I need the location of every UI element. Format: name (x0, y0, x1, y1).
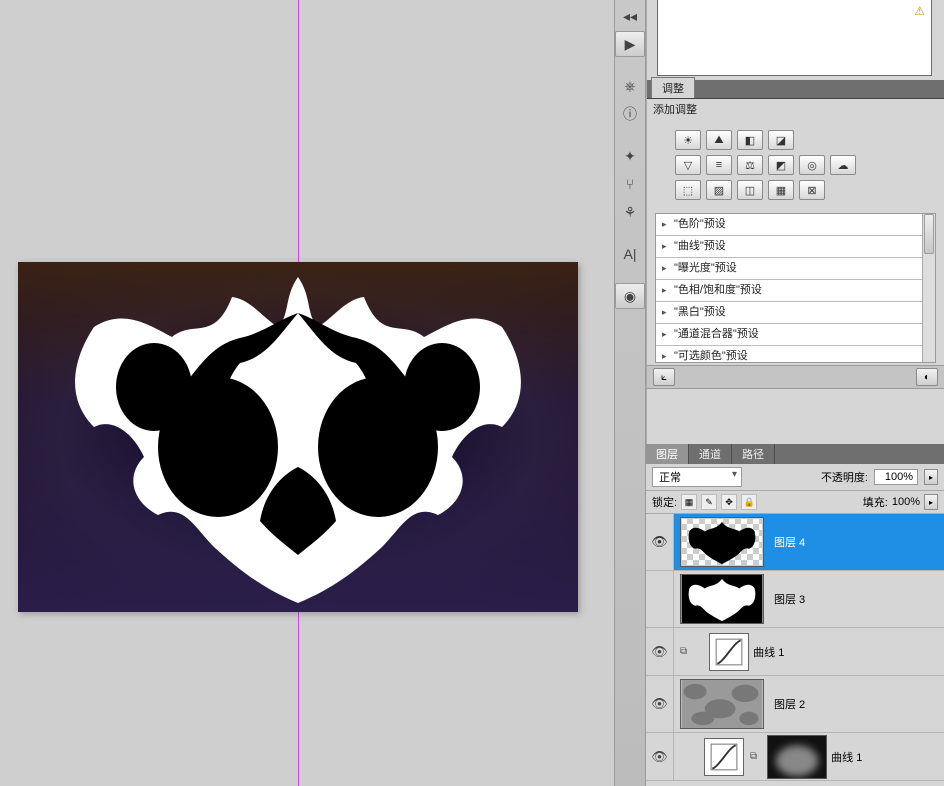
preset-item[interactable]: "黑白"预设 (656, 302, 935, 324)
adjust-panel-footer: ⟀ ◐ (647, 365, 944, 389)
spot-icon[interactable]: ✦ (615, 143, 645, 169)
layer-row[interactable]: 👁 ⧉ 曲线 1 (646, 733, 944, 781)
layers-tab[interactable]: 图层 (646, 444, 689, 464)
visibility-toggle[interactable]: 👁 (646, 628, 674, 675)
artwork-blot (34, 267, 562, 607)
opacity-input[interactable]: 100% (874, 469, 918, 485)
visibility-toggle[interactable]: 👁 (646, 733, 674, 780)
adjustment-icon[interactable]: ◪ (768, 130, 794, 150)
clip-icon[interactable]: ◐ (916, 368, 938, 386)
preset-item[interactable]: "曲线"预设 (656, 236, 935, 258)
adjustment-icon[interactable]: ⛰ (706, 130, 732, 150)
adjust-panel-tabbar: 调整 (647, 80, 944, 99)
preset-item[interactable]: "可选颜色"预设 (656, 346, 935, 363)
opacity-flyout[interactable]: ▸ (924, 469, 938, 485)
adjust-preset-list[interactable]: "色阶"预设"曲线"预设"曝光度"预设"色相/饱和度"预设"黑白"预设"通道混合… (655, 213, 936, 363)
layer-thumbnail[interactable] (680, 679, 764, 729)
play-icon[interactable]: ▶ (615, 31, 645, 57)
adjustment-icon[interactable]: ▦ (768, 180, 794, 200)
layers-panel: 图层通道路径 正常 不透明度: 100% ▸ 锁定: ▦ ✎ ✥ 🔒 填充: 1… (646, 444, 944, 786)
adjustment-icon[interactable]: ⊠ (799, 180, 825, 200)
lock-all-icon[interactable]: 🔒 (741, 494, 757, 510)
layers-tabbar: 图层通道路径 (646, 444, 944, 464)
adjustment-icon[interactable]: ⚖ (737, 155, 763, 175)
preset-item[interactable]: "色相/饱和度"预设 (656, 280, 935, 302)
lock-position-icon[interactable]: ✥ (721, 494, 737, 510)
adjustment-thumb[interactable] (704, 738, 744, 776)
adjust-panel-title: 添加调整 (647, 99, 944, 119)
preset-item[interactable]: "色阶"预设 (656, 214, 935, 236)
adjustment-icon-grid: ☀⛰◧◪ ▽≡⚖◩◎☁ ⬚▨◫▦⊠ (647, 119, 944, 211)
info-icon[interactable]: ⓘ (615, 101, 645, 127)
layer-name[interactable]: 图层 2 (770, 696, 944, 712)
camera-icon[interactable]: ◉ (615, 283, 645, 309)
preset-item[interactable]: "曝光度"预设 (656, 258, 935, 280)
fill-flyout[interactable]: ▸ (924, 494, 938, 510)
visibility-toggle[interactable]: 👁 (646, 514, 674, 570)
adjustment-icon[interactable]: ⬚ (675, 180, 701, 200)
lock-pixels-icon[interactable]: ✎ (701, 494, 717, 510)
preset-item[interactable]: "通道混合器"预设 (656, 324, 935, 346)
navigator-icon[interactable]: ⎈ (615, 73, 645, 99)
visibility-toggle[interactable] (646, 571, 674, 627)
layer-name[interactable]: 曲线 1 (749, 644, 944, 660)
link-indicator: ⧉ (750, 751, 757, 762)
opacity-label: 不透明度: (821, 469, 868, 485)
warning-icon[interactable]: ⚠ (914, 4, 925, 18)
adjustment-icon[interactable]: ◧ (737, 130, 763, 150)
preset-scrollbar[interactable] (922, 214, 935, 362)
adjustment-thumb[interactable] (709, 633, 749, 671)
adjustment-icon[interactable]: ▽ (675, 155, 701, 175)
blend-mode-select[interactable]: 正常 (652, 467, 742, 487)
layer-name[interactable]: 图层 4 (770, 534, 944, 550)
tab-adjustments[interactable]: 调整 (651, 77, 695, 98)
adjustment-icon[interactable]: ◫ (737, 180, 763, 200)
mask-thumb[interactable] (767, 735, 827, 779)
adjustment-icon[interactable]: ◎ (799, 155, 825, 175)
layers-options-row: 正常 不透明度: 100% ▸ (646, 464, 944, 491)
canvas-image[interactable] (18, 262, 578, 612)
canvas-workspace[interactable] (0, 0, 614, 786)
usb-icon[interactable]: ⑂ (615, 171, 645, 197)
layer-row[interactable]: 👁 图层 4 (646, 514, 944, 571)
layer-row[interactable]: 👁 ⧉ 曲线 1 (646, 628, 944, 676)
preset-scroll-thumb[interactable] (924, 214, 934, 254)
adjustment-icon[interactable]: ◩ (768, 155, 794, 175)
layer-thumbnail[interactable] (680, 517, 764, 567)
puppet-icon[interactable]: ⚘ (615, 199, 645, 225)
character-icon[interactable]: A| (615, 241, 645, 267)
layer-row[interactable]: 👁 图层 2 (646, 676, 944, 733)
histogram-preview[interactable]: ⚠ (657, 0, 932, 76)
expand-icon[interactable]: ⟀ (653, 368, 675, 386)
layers-tab[interactable]: 通道 (689, 444, 732, 464)
layers-lock-row: 锁定: ▦ ✎ ✥ 🔒 填充: 100% ▸ (646, 491, 944, 514)
layer-thumbnail[interactable] (680, 574, 764, 624)
adjustment-icon[interactable]: ☀ (675, 130, 701, 150)
adjustment-icon[interactable]: ▨ (706, 180, 732, 200)
layers-tab[interactable]: 路径 (732, 444, 775, 464)
layer-row[interactable]: 图层 3 (646, 571, 944, 628)
link-indicator: ⧉ (680, 646, 687, 657)
fill-input[interactable]: 100% (892, 496, 920, 508)
lock-label: 锁定: (652, 494, 677, 510)
layer-name[interactable]: 图层 3 (770, 591, 944, 607)
layer-name[interactable]: 曲线 1 (827, 749, 944, 765)
dock-handle[interactable]: ◂◂ (615, 3, 645, 29)
adjustment-icon[interactable]: ☁ (830, 155, 856, 175)
layer-list[interactable]: 👁 图层 4 图层 3 👁 ⧉ 曲线 1 👁 图层 2 👁 ⧉ 曲线 1 (646, 514, 944, 781)
fill-label: 填充: (863, 494, 888, 510)
adjustment-icon[interactable]: ≡ (706, 155, 732, 175)
visibility-toggle[interactable]: 👁 (646, 676, 674, 732)
panel-dock-strip: ◂◂ ▶ ⎈ ⓘ ✦ ⑂ ⚘ A| ◉ (614, 0, 646, 786)
lock-transparent-icon[interactable]: ▦ (681, 494, 697, 510)
